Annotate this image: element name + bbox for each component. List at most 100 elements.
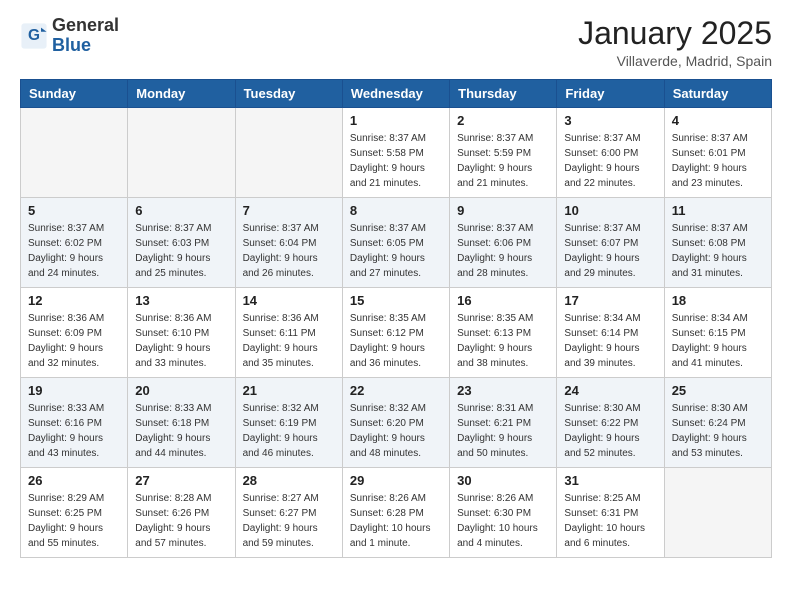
- calendar-day-cell: 25 Sunrise: 8:30 AMSunset: 6:24 PMDayligh…: [664, 378, 771, 468]
- day-info: Sunrise: 8:26 AMSunset: 6:28 PMDaylight:…: [350, 491, 442, 551]
- day-info: Sunrise: 8:37 AMSunset: 6:04 PMDaylight:…: [243, 221, 335, 281]
- calendar-day-cell: 14 Sunrise: 8:36 AMSunset: 6:11 PMDayligh…: [235, 288, 342, 378]
- day-info: Sunrise: 8:36 AMSunset: 6:11 PMDaylight:…: [243, 311, 335, 371]
- calendar-week-row: 19Sunrise: 8:33 AMSunset: 6:16 PMDayligh…: [21, 378, 772, 468]
- day-info: Sunrise: 8:37 AMSunset: 6:08 PMDaylight:…: [672, 221, 764, 281]
- calendar-day-cell: 5Sunrise: 8:37 AMSunset: 6:02 PMDaylight…: [21, 198, 128, 288]
- day-info: Sunrise: 8:36 AMSunset: 6:09 PMDaylight:…: [28, 311, 120, 371]
- day-number: 25: [672, 383, 764, 398]
- day-number: 26: [28, 473, 120, 488]
- day-number: 23: [457, 383, 549, 398]
- day-info: Sunrise: 8:33 AMSunset: 6:16 PMDaylight:…: [28, 401, 120, 461]
- day-number: 17: [564, 293, 656, 308]
- day-info: Sunrise: 8:35 AMSunset: 6:12 PMDaylight:…: [350, 311, 442, 371]
- weekday-header-row: Sunday Monday Tuesday Wednesday Thursday…: [21, 80, 772, 108]
- calendar-day-cell: 28Sunrise: 8:27 AMSunset: 6:27 PMDayligh…: [235, 468, 342, 558]
- day-number: 5: [28, 203, 120, 218]
- day-info: Sunrise: 8:28 AMSunset: 6:26 PMDaylight:…: [135, 491, 227, 551]
- day-info: Sunrise: 8:29 AMSunset: 6:25 PMDaylight:…: [28, 491, 120, 551]
- header: G General Blue January 2025 Villaverde, …: [20, 16, 772, 69]
- day-number: 1: [350, 113, 442, 128]
- day-number: 14: [243, 293, 335, 308]
- day-number: 24: [564, 383, 656, 398]
- day-info: Sunrise: 8:26 AMSunset: 6:30 PMDaylight:…: [457, 491, 549, 551]
- day-number: 10: [564, 203, 656, 218]
- calendar-day-cell: 23 Sunrise: 8:31 AMSunset: 6:21 PMDayligh…: [450, 378, 557, 468]
- calendar-day-cell: 21Sunrise: 8:32 AMSunset: 6:19 PMDayligh…: [235, 378, 342, 468]
- calendar-day-cell: [664, 468, 771, 558]
- day-info: Sunrise: 8:34 AMSunset: 6:15 PMDaylight:…: [672, 311, 764, 371]
- calendar-day-cell: 15 Sunrise: 8:35 AMSunset: 6:12 PMDayligh…: [342, 288, 449, 378]
- calendar-day-cell: 19Sunrise: 8:33 AMSunset: 6:16 PMDayligh…: [21, 378, 128, 468]
- day-info: Sunrise: 8:31 AMSunset: 6:21 PMDaylight:…: [457, 401, 549, 461]
- calendar: Sunday Monday Tuesday Wednesday Thursday…: [20, 79, 772, 558]
- calendar-day-cell: 10 Sunrise: 8:37 AMSunset: 6:07 PMDayligh…: [557, 198, 664, 288]
- header-sunday: Sunday: [21, 80, 128, 108]
- day-number: 31: [564, 473, 656, 488]
- calendar-day-cell: 12 Sunrise: 8:36 AMSunset: 6:09 PMDayligh…: [21, 288, 128, 378]
- day-number: 8: [350, 203, 442, 218]
- day-number: 4: [672, 113, 764, 128]
- day-info: Sunrise: 8:35 AMSunset: 6:13 PMDaylight:…: [457, 311, 549, 371]
- day-info: Sunrise: 8:30 AMSunset: 6:24 PMDaylight:…: [672, 401, 764, 461]
- month-title: January 2025: [578, 16, 772, 51]
- calendar-day-cell: 17 Sunrise: 8:34 AMSunset: 6:14 PMDayligh…: [557, 288, 664, 378]
- day-number: 9: [457, 203, 549, 218]
- calendar-week-row: 12 Sunrise: 8:36 AMSunset: 6:09 PMDayligh…: [21, 288, 772, 378]
- day-info: Sunrise: 8:36 AMSunset: 6:10 PMDaylight:…: [135, 311, 227, 371]
- logo-blue: Blue: [52, 35, 91, 55]
- calendar-week-row: 26 Sunrise: 8:29 AMSunset: 6:25 PMDayligh…: [21, 468, 772, 558]
- day-info: Sunrise: 8:37 AMSunset: 6:05 PMDaylight:…: [350, 221, 442, 281]
- header-tuesday: Tuesday: [235, 80, 342, 108]
- day-number: 12: [28, 293, 120, 308]
- logo: G General Blue: [20, 16, 119, 56]
- day-number: 18: [672, 293, 764, 308]
- calendar-day-cell: 29 Sunrise: 8:26 AMSunset: 6:28 PMDayligh…: [342, 468, 449, 558]
- logo-icon: G: [20, 22, 48, 50]
- day-info: Sunrise: 8:34 AMSunset: 6:14 PMDaylight:…: [564, 311, 656, 371]
- calendar-day-cell: 1Sunrise: 8:37 AMSunset: 5:58 PMDaylight…: [342, 108, 449, 198]
- calendar-day-cell: 2 Sunrise: 8:37 AMSunset: 5:59 PMDaylight…: [450, 108, 557, 198]
- logo-general: General: [52, 15, 119, 35]
- day-info: Sunrise: 8:37 AMSunset: 6:06 PMDaylight:…: [457, 221, 549, 281]
- svg-text:G: G: [28, 27, 40, 44]
- calendar-day-cell: 22Sunrise: 8:32 AMSunset: 6:20 PMDayligh…: [342, 378, 449, 468]
- header-monday: Monday: [128, 80, 235, 108]
- day-number: 6: [135, 203, 227, 218]
- page: G General Blue January 2025 Villaverde, …: [0, 0, 792, 578]
- day-info: Sunrise: 8:30 AMSunset: 6:22 PMDaylight:…: [564, 401, 656, 461]
- calendar-day-cell: [128, 108, 235, 198]
- day-info: Sunrise: 8:25 AMSunset: 6:31 PMDaylight:…: [564, 491, 656, 551]
- calendar-day-cell: 31 Sunrise: 8:25 AMSunset: 6:31 PMDayligh…: [557, 468, 664, 558]
- day-info: Sunrise: 8:37 AMSunset: 6:01 PMDaylight:…: [672, 131, 764, 191]
- day-number: 21: [243, 383, 335, 398]
- day-number: 27: [135, 473, 227, 488]
- day-info: Sunrise: 8:37 AMSunset: 6:00 PMDaylight:…: [564, 131, 656, 191]
- header-saturday: Saturday: [664, 80, 771, 108]
- title-block: January 2025 Villaverde, Madrid, Spain: [578, 16, 772, 69]
- day-number: 11: [672, 203, 764, 218]
- calendar-day-cell: 18 Sunrise: 8:34 AMSunset: 6:15 PMDayligh…: [664, 288, 771, 378]
- day-info: Sunrise: 8:37 AMSunset: 5:59 PMDaylight:…: [457, 131, 549, 191]
- logo-text: General Blue: [52, 16, 119, 56]
- day-number: 2: [457, 113, 549, 128]
- calendar-week-row: 1Sunrise: 8:37 AMSunset: 5:58 PMDaylight…: [21, 108, 772, 198]
- calendar-day-cell: 16Sunrise: 8:35 AMSunset: 6:13 PMDayligh…: [450, 288, 557, 378]
- calendar-week-row: 5Sunrise: 8:37 AMSunset: 6:02 PMDaylight…: [21, 198, 772, 288]
- calendar-day-cell: 11 Sunrise: 8:37 AMSunset: 6:08 PMDayligh…: [664, 198, 771, 288]
- day-number: 15: [350, 293, 442, 308]
- calendar-day-cell: 7Sunrise: 8:37 AMSunset: 6:04 PMDaylight…: [235, 198, 342, 288]
- calendar-day-cell: 30 Sunrise: 8:26 AMSunset: 6:30 PMDayligh…: [450, 468, 557, 558]
- day-number: 29: [350, 473, 442, 488]
- calendar-day-cell: 4 Sunrise: 8:37 AMSunset: 6:01 PMDaylight…: [664, 108, 771, 198]
- location: Villaverde, Madrid, Spain: [578, 53, 772, 69]
- calendar-day-cell: 26 Sunrise: 8:29 AMSunset: 6:25 PMDayligh…: [21, 468, 128, 558]
- calendar-day-cell: 3Sunrise: 8:37 AMSunset: 6:00 PMDaylight…: [557, 108, 664, 198]
- day-number: 20: [135, 383, 227, 398]
- header-thursday: Thursday: [450, 80, 557, 108]
- day-number: 30: [457, 473, 549, 488]
- header-wednesday: Wednesday: [342, 80, 449, 108]
- day-info: Sunrise: 8:27 AMSunset: 6:27 PMDaylight:…: [243, 491, 335, 551]
- day-info: Sunrise: 8:37 AMSunset: 6:07 PMDaylight:…: [564, 221, 656, 281]
- calendar-day-cell: 13Sunrise: 8:36 AMSunset: 6:10 PMDayligh…: [128, 288, 235, 378]
